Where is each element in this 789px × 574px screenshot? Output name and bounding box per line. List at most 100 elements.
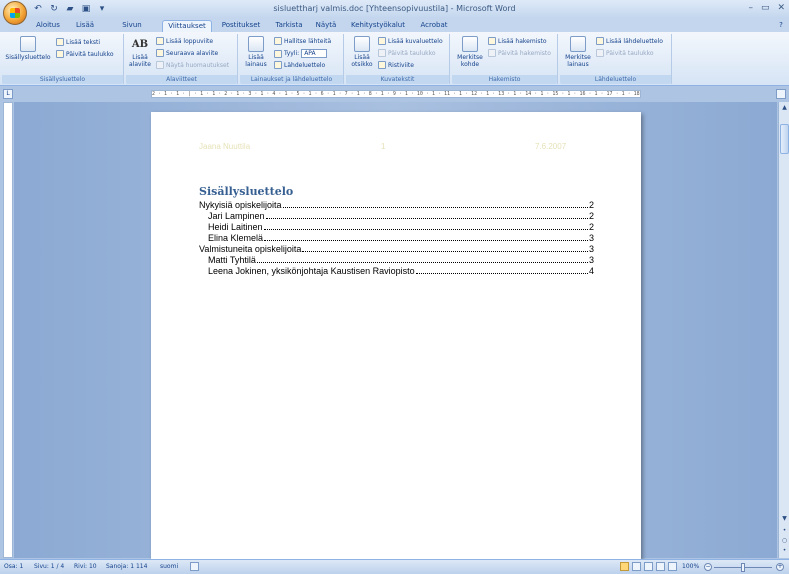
scroll-up-icon[interactable]: ▲ bbox=[780, 103, 789, 112]
zoom-out-icon[interactable]: − bbox=[704, 563, 712, 571]
window-controls: – ▭ ✕ bbox=[748, 3, 785, 13]
insert-table-of-figures-button[interactable]: Lisää kuvaluettelo bbox=[378, 37, 443, 45]
update-icon bbox=[488, 49, 496, 57]
toc-entry[interactable]: Leena Jokinen, yksikönjohtaja Kaustisen … bbox=[208, 266, 594, 277]
print-layout-view-icon[interactable] bbox=[620, 562, 629, 571]
toc-entry[interactable]: Nykyisiä opiskelijoita 2 bbox=[199, 200, 594, 211]
tab-kehitystyokalut[interactable]: Kehitystyökalut bbox=[350, 20, 406, 32]
insert-index-icon bbox=[488, 37, 496, 45]
ribbon: Sisällysluettelo Lisää teksti Päivitä ta… bbox=[0, 32, 789, 86]
group-title: Kuvatekstit bbox=[346, 75, 449, 84]
tab-selector[interactable]: L bbox=[3, 89, 13, 99]
view-ruler-button[interactable] bbox=[776, 89, 786, 99]
insert-caption-button[interactable]: Lisää otsikko bbox=[348, 36, 376, 68]
toc-leader bbox=[415, 266, 588, 274]
vertical-scrollbar[interactable]: ▲ ▼ • ○ • bbox=[778, 102, 789, 558]
update-toc-button[interactable]: Päivitä taulukko bbox=[56, 50, 114, 58]
group-title: Lähdeluettelo bbox=[560, 75, 671, 84]
toc-leader bbox=[265, 211, 588, 219]
outline-view-icon[interactable] bbox=[656, 562, 665, 571]
insert-footnote-button[interactable]: AB Lisää alaviite bbox=[128, 36, 152, 68]
tab-acrobat[interactable]: Acrobat bbox=[418, 20, 450, 32]
document-page[interactable]: Jaana Nuuttila 1 7.6.2007 Sisällysluette… bbox=[151, 112, 641, 562]
style-value[interactable]: APA bbox=[301, 49, 327, 58]
ruler-scale[interactable]: 2 · 1 · 1 · | · 1 · 1 · 2 · 1 · 3 · 1 · … bbox=[151, 90, 641, 98]
toc-icon bbox=[20, 36, 36, 52]
style-select[interactable]: Tyyli: APA bbox=[274, 49, 327, 58]
mark-entry-button[interactable]: Merkitse kohde bbox=[454, 36, 486, 68]
macro-record-icon[interactable] bbox=[190, 562, 199, 571]
update-icon bbox=[378, 49, 386, 57]
tab-viittaukset[interactable]: Viittaukset bbox=[162, 20, 212, 32]
status-section[interactable]: Osa: 1 bbox=[4, 563, 23, 570]
next-page-icon[interactable]: • bbox=[780, 546, 789, 555]
citation-icon bbox=[248, 36, 264, 52]
toc-entry[interactable]: Jari Lampinen 2 bbox=[208, 211, 594, 222]
horizontal-ruler: L 2 · 1 · 1 · | · 1 · 1 · 2 · 1 · 3 · 1 … bbox=[0, 87, 789, 101]
status-line[interactable]: Rivi: 10 bbox=[74, 563, 97, 570]
status-word-count[interactable]: Sanoja: 1 114 bbox=[106, 563, 147, 570]
group-table-of-authorities: Merkitse lainaus Lisää lähdeluettelo Päi… bbox=[560, 34, 672, 84]
group-title: Hakemisto bbox=[452, 75, 557, 84]
update-figures-button[interactable]: Päivitä taulukko bbox=[378, 49, 436, 57]
status-page[interactable]: Sivu: 1 / 4 bbox=[34, 563, 64, 570]
tab-nayta[interactable]: Näytä bbox=[314, 20, 338, 32]
toc-button[interactable]: Sisällysluettelo bbox=[4, 36, 52, 61]
group-footnotes: AB Lisää alaviite Lisää loppuviite Seura… bbox=[126, 34, 238, 84]
mark-citation-button[interactable]: Merkitse lainaus bbox=[562, 36, 594, 68]
mark-citation-icon bbox=[570, 36, 586, 52]
next-footnote-button[interactable]: Seuraava alaviite bbox=[156, 49, 218, 57]
update-toa-button[interactable]: Päivitä taulukko bbox=[596, 49, 654, 57]
previous-page-icon[interactable]: • bbox=[780, 526, 789, 535]
vertical-ruler[interactable] bbox=[3, 102, 13, 558]
tab-postitukset[interactable]: Postitukset bbox=[220, 20, 262, 32]
group-title: Lainaukset ja lähdeluettelo bbox=[240, 75, 343, 84]
toc-leader bbox=[263, 222, 588, 230]
draft-view-icon[interactable] bbox=[668, 562, 677, 571]
manage-sources-button[interactable]: Hallitse lähteitä bbox=[274, 37, 331, 45]
insert-endnote-button[interactable]: Lisää loppuviite bbox=[156, 37, 213, 45]
office-button[interactable] bbox=[3, 1, 27, 25]
office-logo-icon bbox=[10, 8, 20, 18]
insert-toa-icon bbox=[596, 37, 604, 45]
insert-toa-button[interactable]: Lisää lähdeluettelo bbox=[596, 37, 663, 45]
scroll-down-icon[interactable]: ▼ bbox=[780, 514, 789, 523]
show-notes-icon bbox=[156, 61, 164, 69]
update-icon bbox=[596, 49, 604, 57]
bibliography-button[interactable]: Lähdeluettelo bbox=[274, 61, 325, 69]
help-icon[interactable]: ? bbox=[776, 20, 786, 32]
zoom-slider-handle[interactable] bbox=[741, 563, 745, 572]
zoom-in-icon[interactable]: + bbox=[776, 563, 784, 571]
toc-leader bbox=[264, 233, 588, 241]
caption-icon bbox=[354, 36, 370, 52]
group-citations: Lisää lainaus Hallitse lähteitä Tyyli: AP… bbox=[240, 34, 344, 84]
insert-citation-button[interactable]: Lisää lainaus bbox=[242, 36, 270, 68]
tab-sivun-asettelu[interactable]: Sivun asettelu bbox=[108, 20, 156, 40]
tab-tarkista[interactable]: Tarkista bbox=[274, 20, 304, 32]
zoom-level[interactable]: 100% bbox=[682, 563, 699, 570]
toc-entry[interactable]: Valmistuneita opiskelijoita 3 bbox=[199, 244, 594, 255]
cross-reference-button[interactable]: Ristiviite bbox=[378, 61, 414, 69]
update-index-button[interactable]: Päivitä hakemisto bbox=[488, 49, 551, 57]
browse-object-icon[interactable]: ○ bbox=[780, 536, 789, 545]
full-screen-reading-icon[interactable] bbox=[632, 562, 641, 571]
toc-entry[interactable]: Heidi Laitinen 2 bbox=[208, 222, 594, 233]
tab-aloitus[interactable]: Aloitus bbox=[34, 20, 62, 32]
next-footnote-icon bbox=[156, 49, 164, 57]
status-language[interactable]: suomi bbox=[160, 563, 178, 570]
scroll-thumb[interactable] bbox=[780, 124, 789, 154]
toc-entry[interactable]: Elina Klemelä 3 bbox=[208, 233, 594, 244]
minimize-button[interactable]: – bbox=[748, 3, 753, 13]
mark-entry-icon bbox=[462, 36, 478, 52]
toc-heading: Sisällysluettelo bbox=[199, 185, 294, 198]
insert-index-button[interactable]: Lisää hakemisto bbox=[488, 37, 547, 45]
tab-lisaa[interactable]: Lisää bbox=[74, 20, 96, 32]
show-notes-button[interactable]: Näytä huomautukset bbox=[156, 61, 229, 69]
toc-entry[interactable]: Matti Tyhtilä 3 bbox=[208, 255, 594, 266]
add-text-button[interactable]: Lisää teksti bbox=[56, 38, 100, 46]
restore-button[interactable]: ▭ bbox=[761, 3, 770, 13]
group-title: Alaviitteet bbox=[126, 75, 237, 84]
web-layout-icon[interactable] bbox=[644, 562, 653, 571]
close-button[interactable]: ✕ bbox=[777, 3, 785, 13]
title-bar: ↶ ↻ ▰ ▣ ▾ sisluettharj valmis.doc [Yhtee… bbox=[0, 0, 789, 18]
